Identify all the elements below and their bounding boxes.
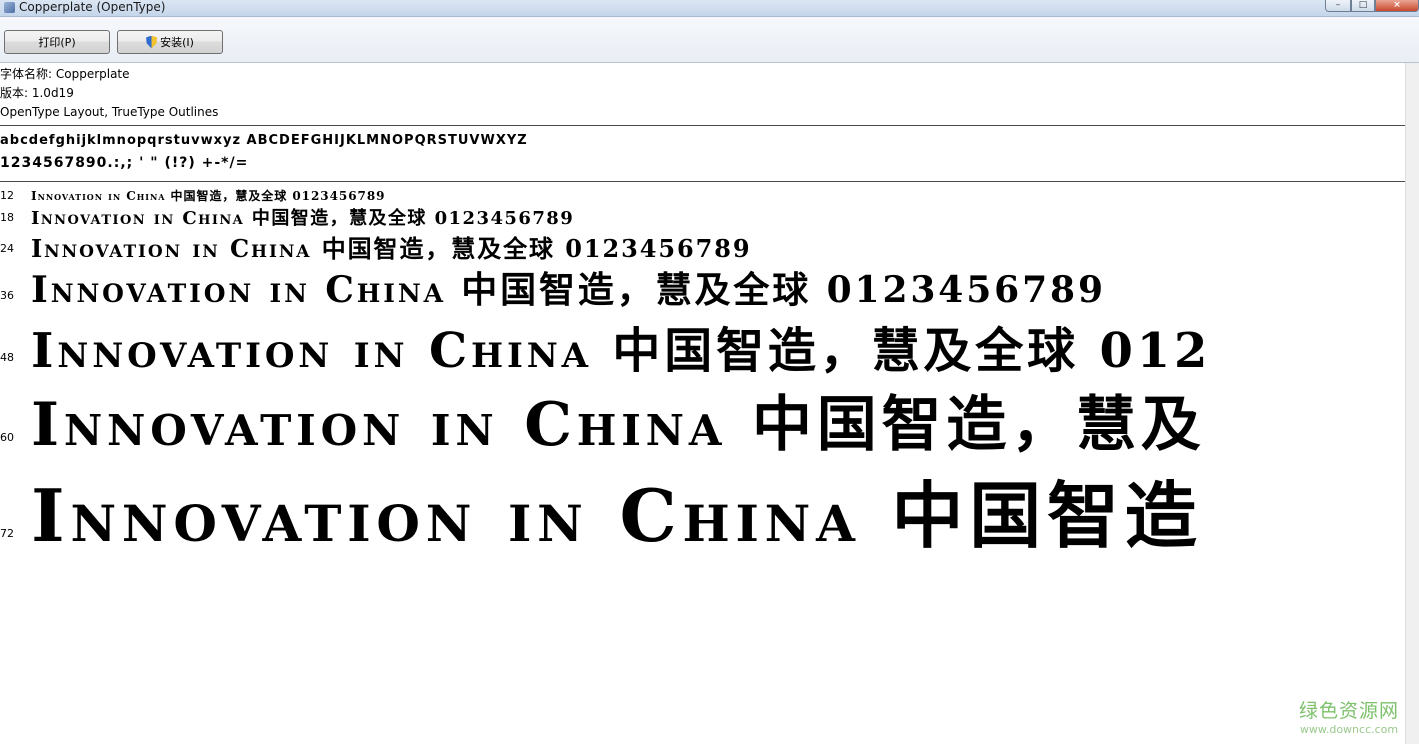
font-type-line: OpenType Layout, TrueType Outlines <box>0 105 219 119</box>
uac-shield-icon <box>146 35 158 49</box>
window-title: Copperplate (OpenType) <box>19 0 166 14</box>
sample-text: Innovation in China 中国智造，慧及全球 0123456789 <box>31 269 1106 311</box>
close-button[interactable]: × <box>1375 0 1419 12</box>
charset-digits: 1234567890.:,; ' " (!?) +-*/= <box>0 155 249 171</box>
sample-text: Innovation in China 中国智造，慧及全球 012 <box>31 323 1212 379</box>
sample-text: Innovation in China 中国智造，慧及全球 0123456789 <box>31 208 575 229</box>
sample-size-label: 72 <box>0 527 14 540</box>
divider-bottom <box>0 181 1406 182</box>
print-button-label: 打印(P) <box>38 36 76 49</box>
font-name-line: 字体名称: Copperplate <box>0 67 130 81</box>
font-version-line: 版本: 1.0d19 <box>0 86 74 100</box>
watermark-site-name: 绿色资源网 <box>1298 700 1399 722</box>
window-controls: – □ × <box>1325 0 1419 12</box>
font-viewer-window: Copperplate (OpenType) – □ × 打印(P) 安装(I)… <box>0 0 1419 744</box>
sample-size-label: 24 <box>0 242 14 255</box>
divider-top <box>0 125 1406 126</box>
title-bar[interactable]: Copperplate (OpenType) – □ × <box>0 0 1419 17</box>
install-button[interactable]: 安装(I) <box>117 30 223 54</box>
print-button[interactable]: 打印(P) <box>4 30 110 54</box>
sample-size-label: 48 <box>0 351 14 364</box>
sample-size-label: 18 <box>0 211 14 224</box>
sample-text: Innovation in China 中国智造 <box>31 473 1203 558</box>
sample-size-label: 12 <box>0 189 14 202</box>
watermark-url: www.downcc.com <box>1299 723 1399 736</box>
toolbar: 打印(P) 安装(I) <box>0 17 1419 63</box>
font-preview-area: 字体名称: Copperplate 版本: 1.0d19 OpenType La… <box>0 63 1406 744</box>
sample-text: Innovation in China 中国智造，慧及全球 0123456789 <box>31 234 752 263</box>
sample-size-label: 60 <box>0 431 14 444</box>
watermark: 绿色资源网 www.downcc.com <box>1299 696 1399 736</box>
vertical-scrollbar[interactable] <box>1405 63 1419 744</box>
maximize-button[interactable]: □ <box>1351 0 1375 12</box>
app-icon <box>4 2 15 13</box>
install-button-label: 安装(I) <box>160 36 194 49</box>
sample-text: Innovation in China 中国智造，慧及全球 0123456789 <box>31 189 386 203</box>
sample-text: Innovation in China 中国智造，慧及 <box>31 390 1206 460</box>
minimize-button[interactable]: – <box>1325 0 1351 12</box>
sample-size-label: 36 <box>0 289 14 302</box>
charset-letters: abcdefghijklmnopqrstuvwxyz ABCDEFGHIJKLM… <box>0 133 528 148</box>
